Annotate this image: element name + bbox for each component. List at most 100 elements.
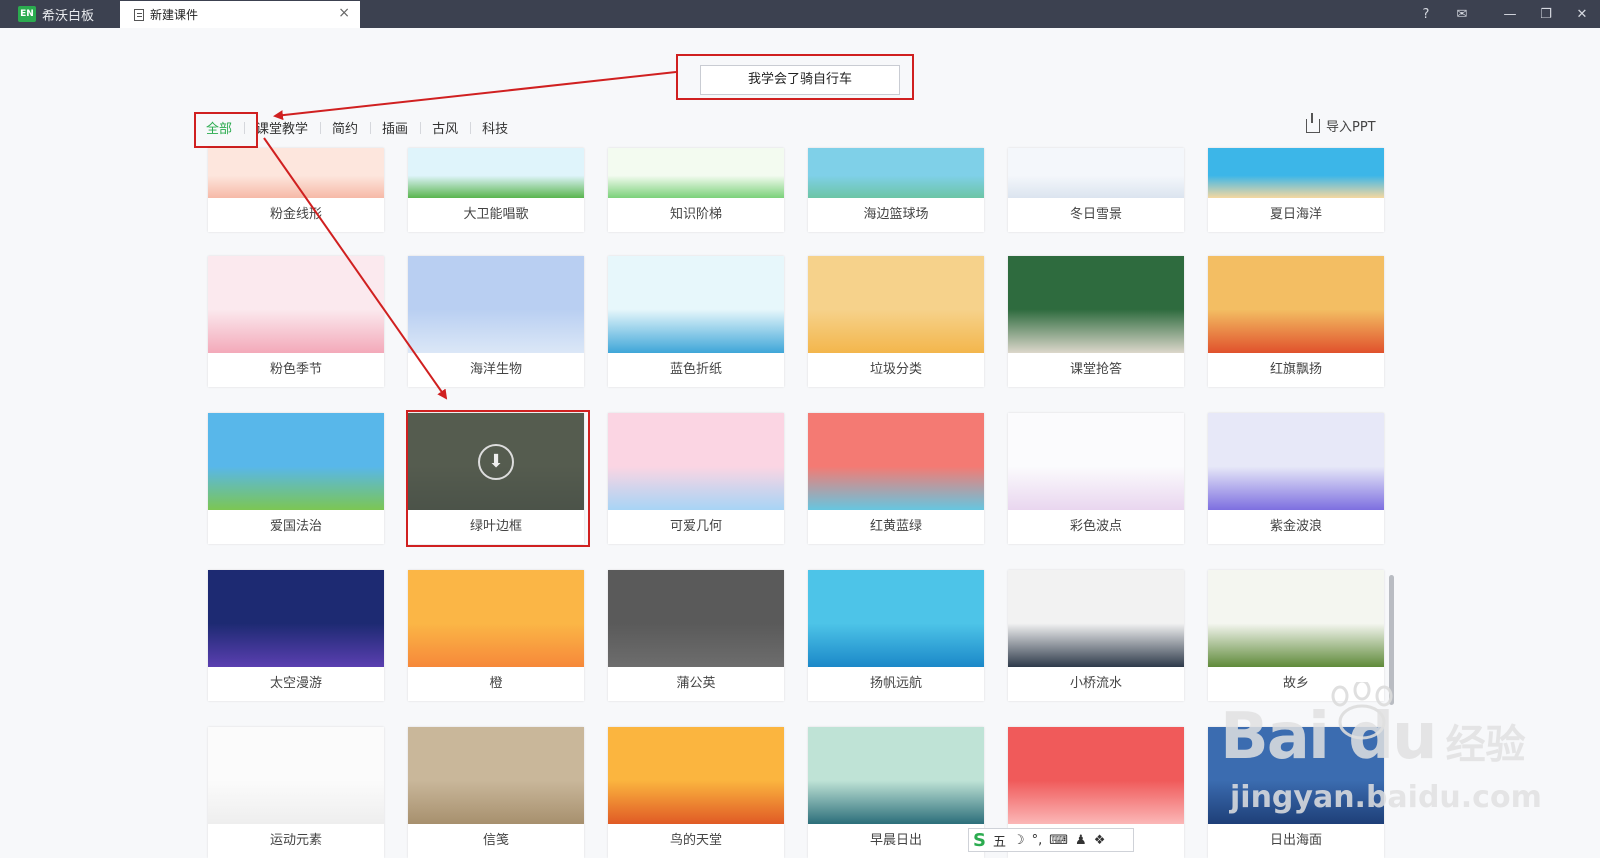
template-card[interactable]: 鸟的天堂	[608, 727, 784, 858]
template-thumbnail	[808, 148, 984, 198]
template-card[interactable]: 大卫能唱歌	[408, 148, 584, 232]
template-name: 蓝色折纸	[669, 362, 722, 377]
template-name: 大卫能唱歌	[463, 207, 529, 222]
template-name: 粉金线形	[269, 207, 322, 222]
restore-icon[interactable]: ❐	[1536, 4, 1556, 24]
courseware-title-input[interactable]: 我学会了骑自行车	[700, 65, 900, 95]
template-thumbnail	[808, 413, 984, 510]
watermark-url: jingyan.baidu.com	[1230, 780, 1542, 815]
ime-item[interactable]: ♟	[1075, 833, 1087, 848]
template-thumbnail	[208, 727, 384, 824]
template-card[interactable]: 红黄蓝绿	[808, 413, 984, 544]
template-card[interactable]: 爱国法治	[208, 413, 384, 544]
input-method-toolbar[interactable]: S 五 ☽ °, ⌨ ♟ ❖	[968, 828, 1134, 852]
template-card[interactable]: 海洋生物	[408, 256, 584, 387]
category-tab[interactable]: 插画	[370, 118, 420, 137]
template-card[interactable]: 早晨日出	[808, 727, 984, 858]
template-card[interactable]: 粉色季节	[208, 256, 384, 387]
app-tab[interactable]: EN 希沃白板	[0, 0, 118, 28]
ime-item[interactable]: 五	[993, 831, 1006, 850]
ime-item[interactable]: S	[973, 830, 986, 851]
template-name: 蒲公英	[676, 676, 716, 691]
tab-close-icon[interactable]: ×	[338, 5, 350, 21]
template-thumbnail	[1008, 727, 1184, 824]
template-name: 日出海面	[1269, 833, 1322, 848]
template-card[interactable]: 红旗飘扬	[1208, 256, 1384, 387]
watermark-brand: Bai du	[1220, 700, 1438, 774]
template-card[interactable]: 夏日海洋	[1208, 148, 1384, 232]
tab-label: 新建课件	[150, 8, 199, 22]
watermark-cn: 经验	[1445, 722, 1526, 768]
template-card[interactable]: 蒲公英	[608, 570, 784, 701]
template-thumbnail	[1208, 570, 1384, 667]
template-name: 鸟的天堂	[669, 833, 722, 848]
template-thumbnail	[1008, 413, 1184, 510]
minimize-icon[interactable]: —	[1500, 4, 1520, 24]
category-tab[interactable]: 古风	[420, 118, 470, 137]
template-card[interactable]: 太空漫游	[208, 570, 384, 701]
template-name: 橙	[489, 676, 503, 691]
template-thumbnail	[1008, 570, 1184, 667]
template-thumbnail	[808, 570, 984, 667]
title-bar: EN 希沃白板 新建课件 × ? ✉ — ❐ ✕	[0, 0, 1600, 28]
help-icon[interactable]: ?	[1416, 4, 1436, 24]
template-thumbnail	[608, 413, 784, 510]
selected-template-annotation	[406, 410, 590, 547]
ime-item[interactable]: ❖	[1094, 833, 1106, 848]
template-thumbnail	[1008, 256, 1184, 353]
template-name: 知识阶梯	[669, 207, 722, 222]
template-name: 粉色季节	[269, 362, 322, 377]
template-card[interactable]: 课堂抢答	[1008, 256, 1184, 387]
template-thumbnail	[408, 256, 584, 353]
template-card[interactable]: 信笺	[408, 727, 584, 858]
template-name: 早晨日出	[869, 833, 922, 848]
template-name: 太空漫游	[269, 676, 322, 691]
template-card[interactable]: 蓝色折纸	[608, 256, 784, 387]
template-thumbnail	[208, 256, 384, 353]
ime-item[interactable]: ☽	[1013, 833, 1025, 848]
template-thumbnail	[1208, 256, 1384, 353]
tab-new-courseware[interactable]: 新建课件 ×	[120, 1, 360, 28]
ime-item[interactable]: ⌨	[1049, 833, 1068, 848]
template-card[interactable]: 扬帆远航	[808, 570, 984, 701]
template-thumbnail	[208, 570, 384, 667]
app-name: 希沃白板	[42, 8, 95, 24]
mail-icon[interactable]: ✉	[1452, 4, 1472, 24]
template-thumbnail	[1208, 148, 1384, 198]
template-card[interactable]: 橙	[408, 570, 584, 701]
template-card[interactable]: 运动元素	[208, 727, 384, 858]
template-card[interactable]: 冬日雪景	[1008, 148, 1184, 232]
template-thumbnail	[208, 148, 384, 198]
category-tab[interactable]: 简约	[320, 118, 370, 137]
import-ppt-label: 导入PPT	[1326, 120, 1376, 135]
template-card[interactable]: 粉金线形	[208, 148, 384, 232]
template-card[interactable]: 海边篮球场	[808, 148, 984, 232]
template-thumbnail	[408, 727, 584, 824]
template-card[interactable]: 彩色波点	[1008, 413, 1184, 544]
category-tab[interactable]: 科技	[470, 118, 520, 137]
template-name: 小桥流水	[1069, 676, 1122, 691]
baidu-jingyan-watermark: Bai du 经验 jingyan.baidu.com	[1220, 700, 1542, 815]
template-name: 课堂抢答	[1069, 362, 1122, 377]
template-name: 海边篮球场	[863, 207, 929, 222]
template-card[interactable]: 可爱几何	[608, 413, 784, 544]
ime-item[interactable]: °,	[1032, 833, 1043, 848]
app-logo: EN	[18, 6, 36, 22]
template-name: 冬日雪景	[1069, 207, 1122, 222]
template-card[interactable]: 垃圾分类	[808, 256, 984, 387]
template-card[interactable]: 紫金波浪	[1208, 413, 1384, 544]
template-name: 爱国法治	[269, 519, 322, 534]
close-icon[interactable]: ✕	[1572, 4, 1592, 24]
template-thumbnail	[608, 570, 784, 667]
template-name: 可爱几何	[669, 519, 722, 534]
template-thumbnail	[608, 727, 784, 824]
template-name: 信笺	[482, 833, 509, 848]
import-ppt-button[interactable]: 导入PPT	[1306, 112, 1376, 135]
import-icon	[1306, 112, 1320, 133]
template-card[interactable]: 知识阶梯	[608, 148, 784, 232]
template-card[interactable]: 小桥流水	[1008, 570, 1184, 701]
template-name: 运动元素	[269, 833, 322, 848]
template-thumbnail	[808, 727, 984, 824]
arrow-to-category	[273, 71, 677, 121]
template-name: 夏日海洋	[1269, 207, 1322, 222]
